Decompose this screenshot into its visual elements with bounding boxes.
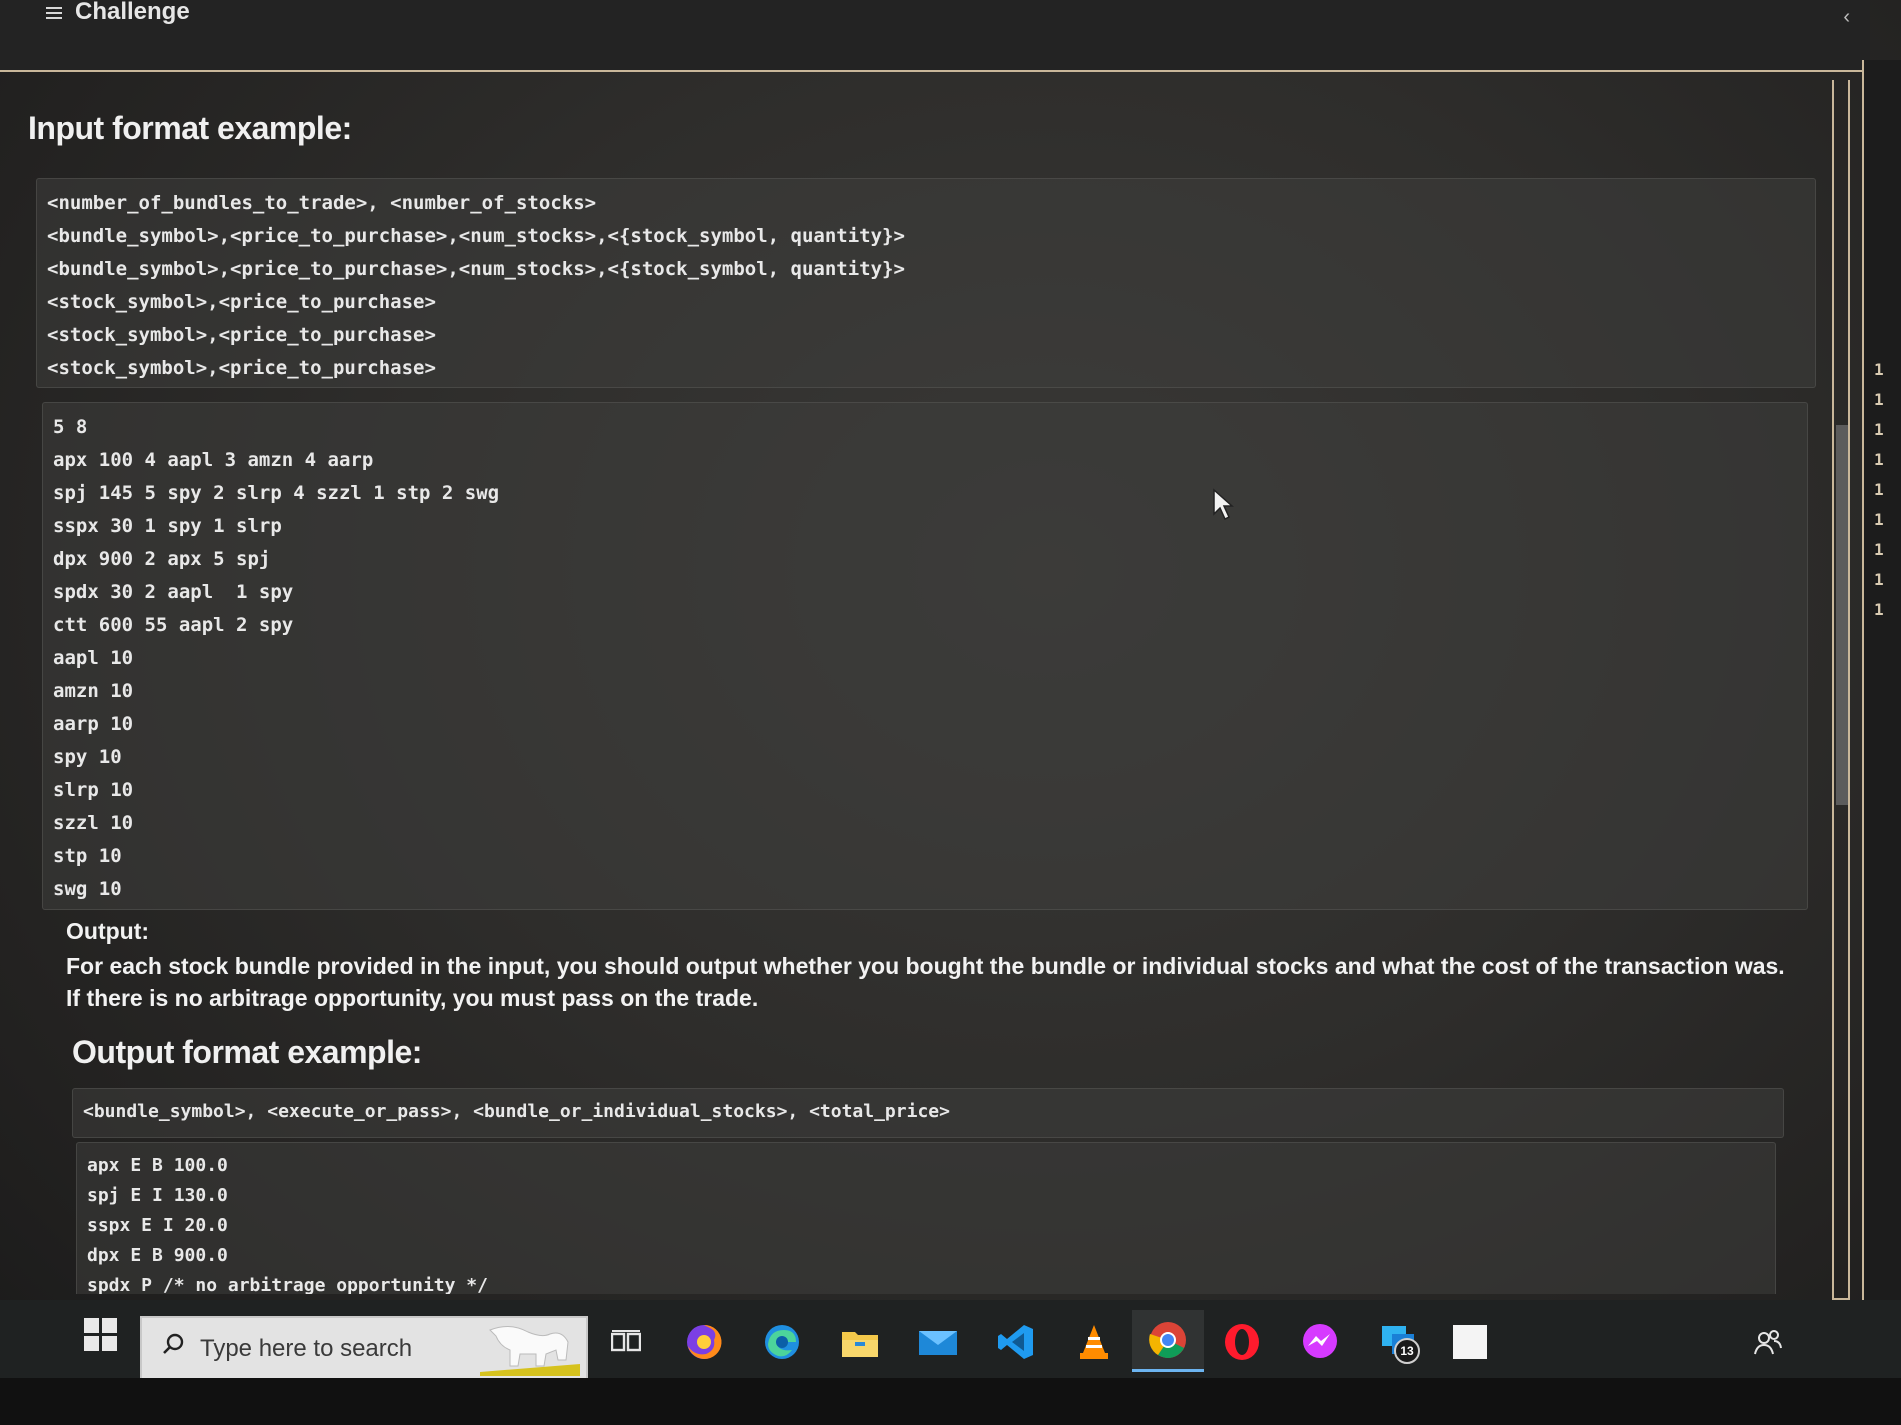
code-line: 5 8 [53,416,88,438]
output-format-heading: Output format example: [72,1034,422,1070]
mail-icon[interactable] [910,1314,966,1370]
edge-digit: 1 [1874,600,1884,619]
remote-desktop-icon[interactable]: 13 [1370,1314,1426,1370]
header-bar: Challenge ‹ [0,0,1870,72]
chrome-icon[interactable] [1132,1310,1204,1372]
code-line: <bundle_symbol>, <execute_or_pass>, <bun… [83,1101,950,1122]
vscode-icon[interactable] [988,1314,1044,1370]
screen: Challenge ‹ Input format example: <numbe… [0,0,1901,1425]
code-line: spj E I 130.0 [87,1185,228,1206]
code-line: <bundle_symbol>,<price_to_purchase>,<num… [47,225,905,247]
code-line: sspx E I 20.0 [87,1215,228,1236]
code-line: ctt 600 55 aapl 2 spy [53,614,294,636]
code-line: <stock_symbol>,<price_to_purchase> [47,291,436,313]
code-line: szzl 10 [53,812,134,834]
code-line: swg 10 [53,878,122,900]
code-line: aapl 10 [53,647,134,669]
notification-badge: 13 [1394,1338,1420,1364]
challenge-content: Input format example: <number_of_bundles… [0,72,1840,1294]
output-example-code-block: apx E B 100.0 spj E I 130.0 sspx E I 20.… [76,1142,1776,1294]
code-line: stp 10 [53,845,122,867]
opera-icon[interactable] [1214,1314,1270,1370]
output-label: Output: [66,918,150,944]
code-line: sspx 30 1 spy 1 slrp [53,515,282,537]
file-explorer-icon[interactable] [832,1314,888,1370]
edge-icon[interactable] [754,1314,810,1370]
edge-digit: 1 [1874,540,1884,559]
input-example-code-block: 5 8 apx 100 4 aapl 3 amzn 4 aarp spj 145… [42,402,1808,910]
taskbar: 13 [0,1300,1901,1380]
messenger-icon[interactable] [1292,1314,1348,1370]
edge-digit: 1 [1874,510,1884,529]
code-line: apx 100 4 aapl 3 amzn 4 aarp [53,449,374,471]
search-highlight-art-icon [480,1326,580,1376]
edge-digit: 1 [1874,480,1884,499]
edge-digit: 1 [1874,360,1884,379]
people-icon[interactable] [1740,1314,1796,1370]
monitor-bezel [0,1378,1901,1425]
input-format-heading: Input format example: [28,110,352,146]
edge-digit: 1 [1874,450,1884,469]
code-line: <stock_symbol>,<price_to_purchase> [47,324,436,346]
edge-digit: 1 [1874,390,1884,409]
notepad-icon[interactable] [1442,1314,1498,1370]
code-line: spdx 30 2 aapl 1 spy [53,581,294,603]
input-format-code-block: <number_of_bundles_to_trade>, <number_of… [36,178,1816,388]
menu-icon[interactable] [40,4,62,22]
code-line: slrp 10 [53,779,134,801]
code-line: amzn 10 [53,680,134,702]
output-description: For each stock bundle provided in the in… [66,953,1785,1011]
task-view-icon[interactable] [598,1314,654,1370]
page-title: Challenge [75,0,190,25]
windows-start-button[interactable] [84,1318,118,1352]
scrollbar-thumb[interactable] [1836,425,1848,805]
edge-digit: 1 [1874,570,1884,589]
code-line: <number_of_bundles_to_trade>, <number_of… [47,192,597,214]
code-line: spy 10 [53,746,122,768]
firefox-icon[interactable] [676,1314,732,1370]
code-line: dpx 900 2 apx 5 spj [53,548,271,570]
search-input[interactable] [198,1328,492,1370]
output-format-code-block: <bundle_symbol>, <execute_or_pass>, <bun… [72,1088,1784,1138]
mouse-cursor-icon [1213,488,1234,521]
code-line: <bundle_symbol>,<price_to_purchase>,<num… [47,258,905,280]
code-line: dpx E B 900.0 [87,1245,228,1266]
code-line: <stock_symbol>,<price_to_purchase> [47,357,436,379]
edge-digit: 1 [1874,420,1884,439]
collapse-chevron-icon[interactable]: ‹ [1843,6,1850,29]
search-icon [163,1333,184,1354]
code-line: aarp 10 [53,713,134,735]
code-line: apx E B 100.0 [87,1155,228,1176]
adjacent-window-edge: 1 1 1 1 1 1 1 1 1 [1862,60,1901,1300]
content-scrollbar[interactable] [1832,80,1850,1300]
taskbar-search-box[interactable] [140,1316,588,1380]
vlc-icon[interactable] [1066,1314,1122,1370]
code-line: spdx P /* no arbitrage opportunity */ [87,1275,488,1294]
code-line: spj 145 5 spy 2 slrp 4 szzl 1 stp 2 swg [53,482,500,504]
